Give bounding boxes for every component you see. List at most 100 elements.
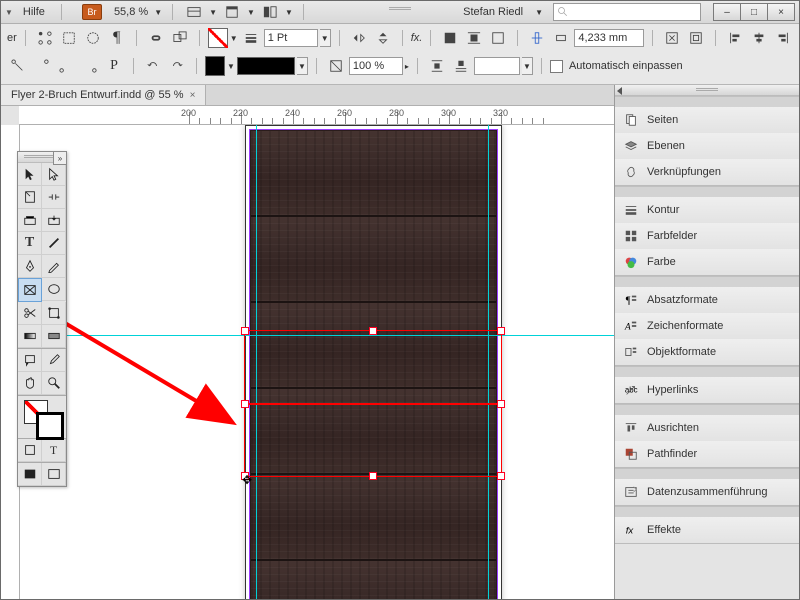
search-input[interactable]	[553, 3, 701, 21]
menu-help[interactable]: Hilfe	[17, 4, 51, 20]
gap-tool[interactable]	[42, 186, 66, 209]
gradient-swatch-tool[interactable]	[18, 325, 42, 348]
dashed-circle-icon[interactable]	[82, 27, 104, 49]
resize-handle[interactable]	[497, 472, 505, 480]
rotate-cw-icon[interactable]	[166, 55, 188, 77]
gradient-feather-tool[interactable]	[42, 325, 66, 348]
hand-tool[interactable]	[18, 372, 42, 395]
stroke-proxy[interactable]	[36, 412, 64, 440]
zoom-level-display[interactable]: 55,8 %	[114, 6, 148, 18]
panel-objektformate[interactable]: Objektformate	[615, 339, 799, 365]
direct-selection-tool[interactable]	[42, 163, 66, 186]
stroke-swatch-black[interactable]	[205, 56, 225, 76]
opacity-slider-icon[interactable]: ▸	[405, 62, 409, 71]
panel-pathfinder[interactable]: Pathfinder	[615, 441, 799, 467]
stroke-weight-field[interactable]: 1 Pt	[264, 29, 318, 47]
distribute-icon[interactable]	[796, 27, 800, 49]
eyedropper-tool[interactable]	[42, 349, 66, 372]
scissors-tool[interactable]	[18, 302, 42, 325]
stroke-weight-stepper[interactable]: ▼	[320, 29, 331, 47]
flip-v-icon[interactable]	[372, 27, 394, 49]
pen-tool[interactable]	[18, 255, 42, 278]
autofit-checkbox[interactable]	[550, 60, 563, 73]
constrain-icon[interactable]	[526, 27, 548, 49]
canvas[interactable]: ✥	[20, 125, 614, 599]
panel-farbfelder[interactable]: Farbfelder	[615, 223, 799, 249]
chevron-down-icon[interactable]: ▼	[227, 62, 235, 71]
selection-tool[interactable]	[18, 163, 42, 186]
view-options-icon[interactable]	[183, 2, 205, 22]
zoom-tool[interactable]	[42, 372, 66, 395]
document-tab[interactable]: Flyer 2-Bruch Entwurf.indd @ 55 % ×	[1, 85, 206, 105]
screen-mode-icon[interactable]	[221, 2, 243, 22]
rotate-ccw-icon[interactable]	[142, 55, 164, 77]
ref-point-icon[interactable]: P	[103, 55, 125, 77]
rectangle-frame-tool[interactable]	[18, 278, 42, 302]
resize-handle[interactable]	[497, 327, 505, 335]
panel-kontur[interactable]: Kontur	[615, 197, 799, 223]
rectangle-tool[interactable]	[42, 278, 66, 301]
panel-hyperlinks[interactable]: abcHyperlinks	[615, 377, 799, 403]
anchor-tl-icon[interactable]	[7, 55, 29, 77]
effects-label[interactable]: fx.	[411, 32, 423, 44]
close-button[interactable]: ×	[768, 3, 795, 21]
paragraph-ref-icon[interactable]: ¶	[106, 27, 128, 49]
dimension-field[interactable]: 4,233 mm	[574, 29, 644, 47]
note-tool[interactable]	[18, 349, 42, 372]
textwrap-skip-icon[interactable]	[450, 55, 472, 77]
free-transform-tool[interactable]	[42, 302, 66, 325]
line-tool[interactable]	[42, 232, 66, 255]
fit-content-icon[interactable]	[661, 27, 683, 49]
corner-icon[interactable]	[34, 27, 56, 49]
textwrap-bound-icon[interactable]	[463, 27, 485, 49]
dock-header[interactable]	[615, 85, 799, 96]
page-tool[interactable]	[18, 186, 42, 209]
align-left-icon[interactable]	[724, 27, 746, 49]
dashed-rect-icon[interactable]	[58, 27, 80, 49]
expand-icon[interactable]: »	[53, 151, 67, 165]
textwrap-none-icon[interactable]	[439, 27, 461, 49]
anchor-br-icon[interactable]	[79, 55, 101, 77]
panel-ausrichten[interactable]: Ausrichten	[615, 415, 799, 441]
textwrap-shape-icon[interactable]	[487, 27, 509, 49]
anchor-bl-icon[interactable]	[55, 55, 77, 77]
anchor-tr-icon[interactable]	[31, 55, 53, 77]
maximize-button[interactable]: □	[741, 3, 768, 21]
panel-effekte[interactable]: fxEffekte	[615, 517, 799, 543]
chevron-down-icon[interactable]: ▼	[230, 34, 238, 43]
fit-frame-icon[interactable]	[685, 27, 707, 49]
content-placer-tool[interactable]	[42, 209, 66, 232]
arrange-icon[interactable]	[259, 2, 281, 22]
stroke-style-preview[interactable]	[237, 57, 295, 75]
resize-handle[interactable]	[241, 327, 249, 335]
textwrap-jump-icon[interactable]	[426, 55, 448, 77]
chevron-down-icon[interactable]: ▼	[154, 8, 162, 17]
panel-farbe[interactable]: Farbe	[615, 249, 799, 275]
bridge-icon[interactable]: Br	[82, 4, 102, 20]
content-collector-tool[interactable]	[18, 209, 42, 232]
resize-handle[interactable]	[369, 327, 377, 335]
resize-handle[interactable]	[241, 400, 249, 408]
align-center-icon[interactable]	[748, 27, 770, 49]
link-chain-icon[interactable]	[145, 27, 167, 49]
close-icon[interactable]: ×	[190, 90, 196, 101]
panel-zeichenformate[interactable]: AZeichenformate	[615, 313, 799, 339]
apply-text-icon[interactable]: T	[42, 439, 66, 462]
panel-verknuepfungen[interactable]: Verknüpfungen	[615, 159, 799, 185]
ruler-horizontal[interactable]: 200220240260280300320	[19, 106, 614, 125]
normal-view-icon[interactable]	[18, 463, 42, 486]
fill-swatch-none[interactable]	[208, 28, 228, 48]
type-tool[interactable]: T	[18, 232, 42, 255]
resize-handle[interactable]	[369, 472, 377, 480]
wrap-offset-dd[interactable]: ▼	[522, 57, 533, 75]
user-name[interactable]: Stefan Riedl	[455, 4, 531, 20]
apply-container-icon[interactable]	[18, 439, 42, 462]
pencil-tool[interactable]	[42, 255, 66, 278]
panel-ebenen[interactable]: Ebenen	[615, 133, 799, 159]
group-icon[interactable]	[169, 27, 191, 49]
wrap-offset-field[interactable]	[474, 57, 520, 75]
tools-panel-header[interactable]: »	[18, 152, 66, 163]
tools-panel[interactable]: » T	[17, 151, 67, 487]
panel-absatzformate[interactable]: ¶Absatzformate	[615, 287, 799, 313]
opacity-field[interactable]: 100 %	[349, 57, 403, 75]
